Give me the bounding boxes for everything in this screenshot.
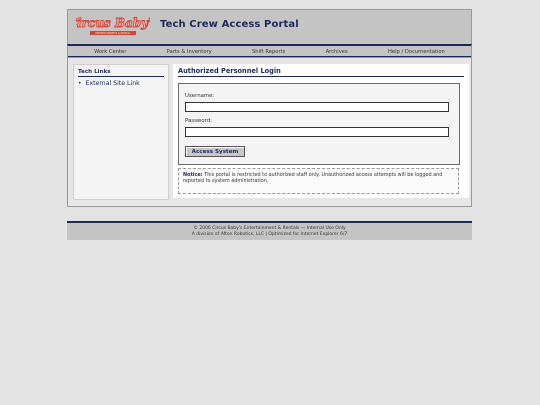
sidebar-heading: Tech Links [78,69,164,77]
page-container: Circus Baby's ENTERTAINMENT & RENTAL Tec… [67,9,472,240]
external-site-link[interactable]: External Site Link [86,80,140,87]
main-nav: Work Center Parts & Inventory Shift Repo… [67,44,472,58]
logo-tagline: ENTERTAINMENT & RENTAL [95,31,131,35]
circus-babys-logo[interactable]: Circus Baby's ENTERTAINMENT & RENTAL [67,13,159,40]
nav-archives[interactable]: Archives [324,49,350,55]
bullet-icon: • [78,80,82,87]
username-input[interactable] [185,102,449,112]
notice-text: This portal is restricted to authorized … [183,172,443,184]
footer-division: A division of Afton Robotics, LLC | Opti… [191,231,348,237]
sidebar-item-external-site: • External Site Link [78,80,168,87]
nav-shift-reports[interactable]: Shift Reports [250,49,287,55]
username-label: Username: [185,93,215,99]
password-input[interactable] [185,127,449,137]
site-header: Circus Baby's ENTERTAINMENT & RENTAL Tec… [67,9,472,44]
sidebar: Tech Links • External Site Link [73,64,169,200]
password-label: Password: [185,118,212,124]
page-title: Tech Crew Access Portal [160,19,299,30]
site-footer: © 2006 Circus Baby's Entertainment & Ren… [67,221,472,240]
nav-parts-inventory[interactable]: Parts & Inventory [165,49,214,55]
logo-wordmark: Circus Baby's [76,16,150,30]
login-form: Username: Password: Access System [178,83,460,165]
logo-graphic: Circus Baby's ENTERTAINMENT & RENTAL [67,16,159,36]
nav-work-center[interactable]: Work Center [92,49,128,55]
main-panel: Authorized Personnel Login Username: Pas… [173,64,469,198]
sidebar-links: • External Site Link [78,80,168,87]
notice-box: Notice: This portal is restricted to aut… [178,168,459,194]
nav-help-documentation[interactable]: Help / Documentation [386,49,447,55]
login-heading: Authorized Personnel Login [178,67,464,77]
content-area: Tech Links • External Site Link Authoriz… [67,58,472,207]
access-system-button[interactable]: Access System [185,146,245,157]
